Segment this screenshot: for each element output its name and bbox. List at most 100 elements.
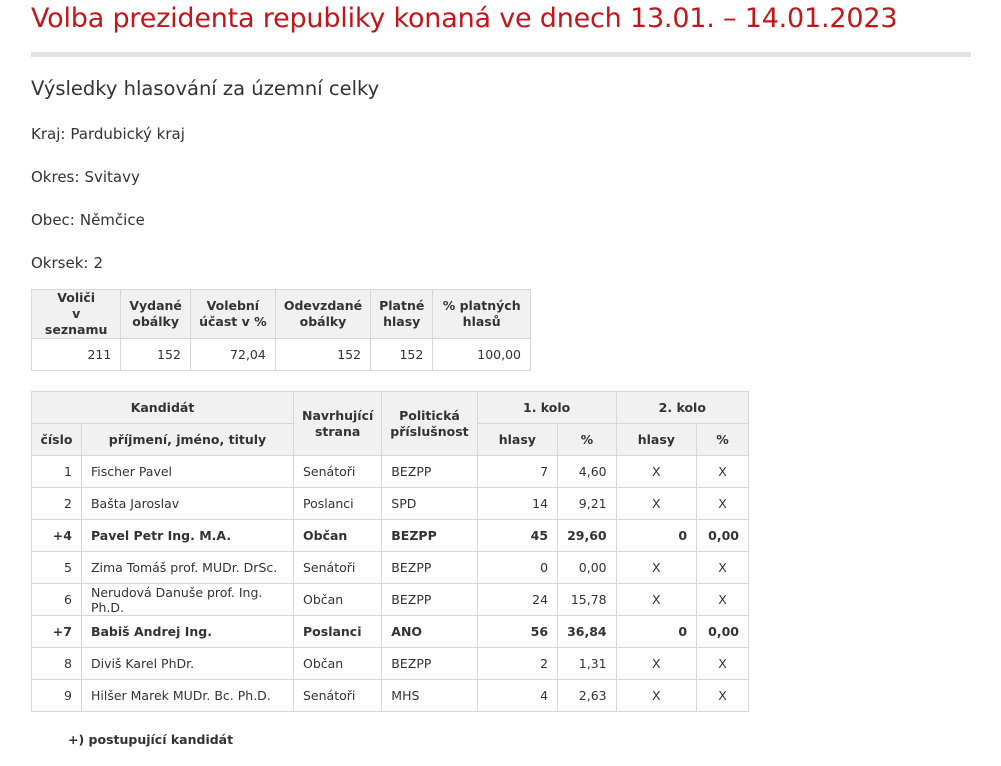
summary-cell: 211: [30, 338, 122, 371]
summary-cell: 72,04: [189, 338, 276, 371]
candidate-affiliation: BEZPP: [381, 519, 478, 552]
page-title: Volba prezidenta republiky konaná ve dne…: [31, 3, 898, 34]
info-region-label: Kraj:: [31, 125, 66, 143]
table-row: 9 Hilšer Marek MUDr. Bc. Ph.D. Senátoři MHS…: [31, 679, 749, 712]
candidate-affiliation: BEZPP: [381, 583, 478, 616]
candidate-number: 6: [31, 583, 82, 616]
candidate-affiliation: ANO: [381, 615, 478, 648]
results-header-row: Kandidát Navrhující strana Politická přísl…: [31, 391, 750, 456]
round-2-percent: X: [696, 487, 749, 520]
round-2-votes: X: [615, 551, 698, 584]
round-2-votes: X: [615, 679, 698, 712]
header-round-1: 1. kolo: [476, 391, 617, 424]
candidate-number: +7: [31, 615, 82, 648]
table-row: 2 Bašta Jaroslav Poslanci SPD 14 9,21 X X: [31, 487, 749, 520]
summary-cell: 152: [274, 338, 372, 371]
header-number: číslo: [31, 423, 82, 456]
title-divider: [31, 52, 971, 57]
summary-header-issued-envelopes: Vydané obálky: [120, 289, 191, 339]
candidate-name: Zima Tomáš prof. MUDr. DrSc.: [80, 551, 295, 584]
candidate-number: 5: [31, 551, 82, 584]
round-2-percent: X: [696, 551, 749, 584]
candidate-party: Poslanci: [292, 487, 383, 520]
header-name: příjmení, jméno, tituly: [80, 423, 295, 456]
round-2-votes: 0: [615, 519, 698, 552]
info-district: Okres: Svitavy: [31, 168, 140, 186]
candidate-party: Senátoři: [292, 679, 383, 712]
round-2-percent: X: [696, 647, 749, 680]
round-2-votes: X: [615, 583, 698, 616]
candidate-party: Poslanci: [292, 615, 383, 648]
candidate-name: Hilšer Marek MUDr. Bc. Ph.D.: [80, 679, 295, 712]
info-district-label: Okres:: [31, 168, 80, 186]
candidate-name: Pavel Petr Ing. M.A.: [80, 519, 295, 552]
info-municipality-value: Němčice: [79, 211, 145, 229]
round-1-votes: 45: [476, 519, 559, 552]
info-region: Kraj: Pardubický kraj: [31, 125, 185, 143]
candidate-affiliation: BEZPP: [381, 551, 478, 584]
summary-header-voters: Voliči v seznamu: [30, 289, 122, 339]
summary-cell: 152: [370, 338, 434, 371]
table-row: 5 Zima Tomáš prof. MUDr. DrSc. Senátoři BEZ…: [31, 551, 749, 584]
round-1-votes: 24: [476, 583, 559, 616]
round-1-votes: 14: [476, 487, 559, 520]
candidate-affiliation: BEZPP: [381, 647, 478, 680]
summary-header-row: Voliči v seznamu Vydané obálky Volební účas…: [30, 289, 531, 339]
summary-values-row: 211 152 72,04 152 152 100,00: [30, 338, 531, 371]
round-2-votes: X: [615, 455, 698, 488]
summary-header-turnout: Volební účast v %: [189, 289, 276, 339]
header-candidate: Kandidát: [31, 391, 294, 424]
round-1-percent: 9,21: [557, 487, 617, 520]
round-1-percent: 2,63: [557, 679, 617, 712]
section-subtitle: Výsledky hlasování za územní celky: [31, 77, 380, 100]
page: Volba prezidenta republiky konaná ve dne…: [0, 0, 1001, 766]
round-1-percent: 15,78: [557, 583, 617, 616]
table-row: 1 Fischer Pavel Senátoři BEZPP 7 4,60 X X: [31, 455, 749, 488]
candidate-number: 2: [31, 487, 82, 520]
round-1-votes: 56: [476, 615, 559, 648]
round-1-percent: 4,60: [557, 455, 617, 488]
candidate-number: +4: [31, 519, 82, 552]
summary-cell: 100,00: [432, 338, 531, 371]
info-district-value: Svitavy: [84, 168, 140, 186]
round-2-percent: X: [696, 583, 749, 616]
candidate-name: Diviš Karel PhDr.: [80, 647, 295, 680]
round-1-percent: 0,00: [557, 551, 617, 584]
candidate-party: Občan: [292, 519, 383, 552]
footnote: +) postupující kandidát: [68, 732, 234, 747]
table-row: +4 Pavel Petr Ing. M.A. Občan BEZPP 45 29,60 0…: [31, 519, 749, 552]
round-2-votes: 0: [615, 615, 698, 648]
candidate-name: Bašta Jaroslav: [80, 487, 295, 520]
round-2-percent: X: [696, 679, 749, 712]
candidate-party: Občan: [292, 583, 383, 616]
summary-header-valid-votes: Platné hlasy: [370, 289, 434, 339]
header-affiliation: Politická příslušnost: [381, 391, 478, 456]
round-2-votes: X: [615, 487, 698, 520]
round-1-votes: 4: [476, 679, 559, 712]
header-round-2: 2. kolo: [615, 391, 750, 424]
info-region-value: Pardubický kraj: [70, 125, 185, 143]
candidate-party: Senátoři: [292, 455, 383, 488]
round-2-percent: X: [696, 455, 749, 488]
header-round-1-percent: %: [557, 423, 617, 456]
summary-cell: 152: [120, 338, 191, 371]
round-1-votes: 2: [476, 647, 559, 680]
results-table: Kandidát Navrhující strana Politická přísl…: [31, 391, 750, 712]
candidate-name: Babiš Andrej Ing.: [80, 615, 295, 648]
round-1-percent: 1,31: [557, 647, 617, 680]
round-2-percent: 0,00: [696, 519, 749, 552]
round-1-votes: 0: [476, 551, 559, 584]
header-round-2-votes: hlasy: [615, 423, 698, 456]
candidate-number: 1: [31, 455, 82, 488]
candidate-name: Fischer Pavel: [80, 455, 295, 488]
round-1-percent: 36,84: [557, 615, 617, 648]
candidate-number: 8: [31, 647, 82, 680]
candidate-affiliation: BEZPP: [381, 455, 478, 488]
info-municipality: Obec: Němčice: [31, 211, 145, 229]
table-row: 8 Diviš Karel PhDr. Občan BEZPP 2 1,31 X X: [31, 647, 749, 680]
summary-header-submitted-envelopes: Odevzdané obálky: [274, 289, 372, 339]
info-municipality-label: Obec:: [31, 211, 75, 229]
table-row: +7 Babiš Andrej Ing. Poslanci ANO 56 36,84 0 0,…: [31, 615, 749, 648]
round-2-percent: 0,00: [696, 615, 749, 648]
table-row: 6 Nerudová Danuše prof. Ing. Ph.D. Občan BE…: [31, 583, 749, 616]
